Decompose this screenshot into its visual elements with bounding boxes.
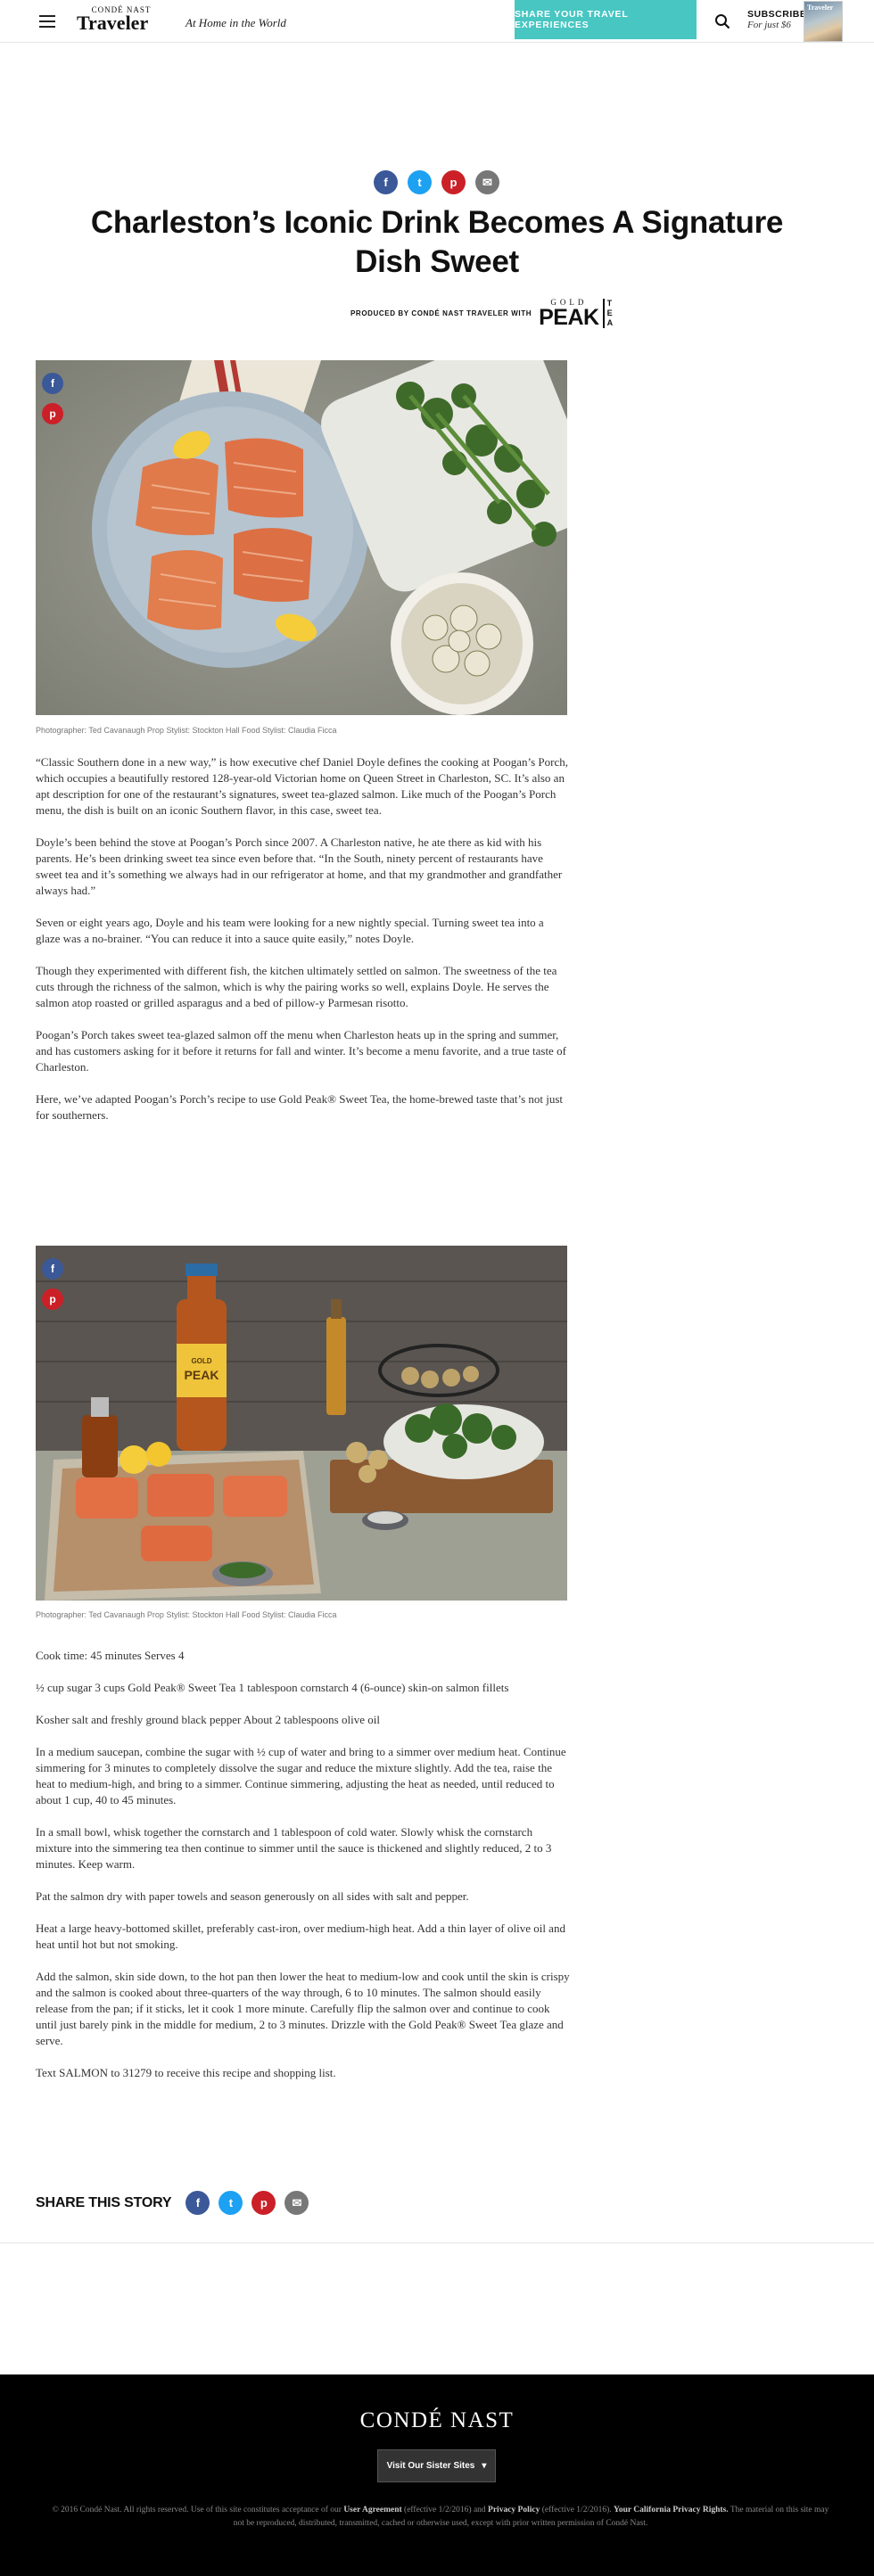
menu-icon[interactable] [39, 15, 55, 28]
sister-sites-button[interactable]: Visit Our Sister Sites ▾ [377, 2449, 496, 2482]
paragraph: Poogan’s Porch takes sweet tea-glazed sa… [36, 1028, 566, 1074]
site-header: CONDÉ NAST Traveler At Home in the World… [0, 0, 874, 43]
salmon-plate-photo: f p [36, 360, 567, 715]
recipe-ingredients: ½ cup sugar 3 cups Gold Peak® Sweet Tea … [36, 1681, 509, 1694]
paragraph: Seven or eight years ago, Doyle and his … [36, 916, 544, 945]
pinterest-share-icon[interactable]: p [251, 2191, 276, 2215]
caret-down-icon: ▾ [482, 2461, 487, 2471]
twitter-share-icon[interactable]: t [218, 2191, 243, 2215]
share-story-bar: SHARE THIS STORY f t p ✉ [36, 2191, 309, 2215]
email-share-icon[interactable]: ✉ [475, 170, 499, 194]
paragraph: “Classic Southern done in a new way,” is… [36, 755, 568, 817]
twitter-share-icon[interactable]: t [408, 170, 432, 194]
gold-peak-logo-peak: PEAK [539, 305, 599, 330]
photo-caption: Photographer: Ted Cavanaugh Prop Stylist… [36, 726, 337, 735]
facebook-share-icon[interactable]: f [186, 2191, 210, 2215]
magazine-cover-title: Traveler [807, 4, 834, 12]
subscribe-title: SUBSCRIBE [747, 9, 807, 20]
bottle-label-name: PEAK [185, 1368, 219, 1382]
recipe-step: Add the salmon, skin side down, to the h… [36, 1970, 570, 2047]
recipe-body: Cook time: 45 minutes Serves 4 ½ cup sug… [36, 1648, 571, 2097]
paragraph: Though they experimented with different … [36, 964, 557, 1009]
share-story-label: SHARE THIS STORY [36, 2194, 172, 2210]
gold-peak-logo: GOLD PEAK T E A [539, 298, 613, 330]
salmon-plate-illustration [36, 360, 567, 715]
paragraph: Here, we’ve adapted Poogan’s Porch’s rec… [36, 1092, 564, 1122]
magazine-cover[interactable]: Traveler [804, 1, 843, 42]
privacy-policy-link[interactable]: Privacy Policy [488, 2506, 540, 2514]
facebook-share-icon[interactable]: f [42, 373, 63, 394]
ingredients-photo: GOLD PEAK f p [36, 1246, 567, 1601]
subscribe-link[interactable]: SUBSCRIBE For just $6 [747, 9, 806, 30]
facebook-share-icon[interactable]: f [374, 170, 398, 194]
facebook-share-icon[interactable]: f [42, 1258, 63, 1280]
ingredients-illustration: GOLD PEAK [36, 1246, 567, 1601]
recipe-text-offer: Text SALMON to 31279 to receive this rec… [36, 2066, 336, 2079]
share-experiences-button[interactable]: SHARE YOUR TRAVEL EXPERIENCES [515, 0, 697, 39]
recipe-step: Pat the salmon dry with paper towels and… [36, 1889, 469, 1903]
pinterest-share-icon[interactable]: p [42, 403, 63, 424]
email-share-icon[interactable]: ✉ [284, 2191, 309, 2215]
pinterest-share-icon[interactable]: p [42, 1288, 63, 1310]
bottle-label-brand: GOLD [191, 1357, 211, 1365]
photo-caption: Photographer: Ted Cavanaugh Prop Stylist… [36, 1610, 337, 1619]
sponsor-credit: PRODUCED BY CONDÉ NAST TRAVELER WITH GOL… [350, 298, 613, 330]
recipe-step: Heat a large heavy-bottomed skillet, pre… [36, 1922, 565, 1951]
recipe-meta: Cook time: 45 minutes Serves 4 [36, 1649, 185, 1662]
footer-logo[interactable]: CONDÉ NAST [0, 2408, 874, 2433]
pinterest-share-icon[interactable]: p [441, 170, 466, 194]
top-share-bar: f t p ✉ [374, 170, 499, 194]
produced-by-label: PRODUCED BY CONDÉ NAST TRAVELER WITH [350, 309, 532, 317]
paragraph: Doyle’s been behind the stove at Poogan’… [36, 835, 563, 897]
logo-title: Traveler [77, 12, 149, 34]
site-logo[interactable]: CONDÉ NAST Traveler [77, 5, 166, 34]
site-footer: CONDÉ NAST Visit Our Sister Sites ▾ © 20… [0, 2374, 874, 2576]
california-privacy-link[interactable]: Your California Privacy Rights. [614, 2506, 729, 2514]
sister-sites-label: Visit Our Sister Sites [386, 2461, 475, 2471]
article-body: “Classic Southern done in a new way,” is… [36, 754, 571, 1140]
search-icon[interactable] [714, 13, 730, 29]
recipe-ingredients: Kosher salt and freshly ground black pep… [36, 1713, 380, 1726]
recipe-step: In a small bowl, whisk together the corn… [36, 1825, 552, 1871]
subscribe-price: For just $6 [747, 20, 791, 30]
photo2-share-bar: f p [42, 1258, 63, 1310]
photo1-share-bar: f p [42, 373, 63, 424]
recipe-step: In a medium saucepan, combine the sugar … [36, 1745, 566, 1806]
user-agreement-link[interactable]: User Agreement [343, 2506, 401, 2514]
site-tagline: At Home in the World [186, 16, 286, 29]
article-title: Charleston’s Iconic Drink Becomes A Sign… [90, 205, 784, 279]
legal-text: © 2016 Condé Nast. All rights reserved. … [52, 2506, 829, 2528]
gold-peak-logo-tea: T E A [602, 298, 613, 328]
